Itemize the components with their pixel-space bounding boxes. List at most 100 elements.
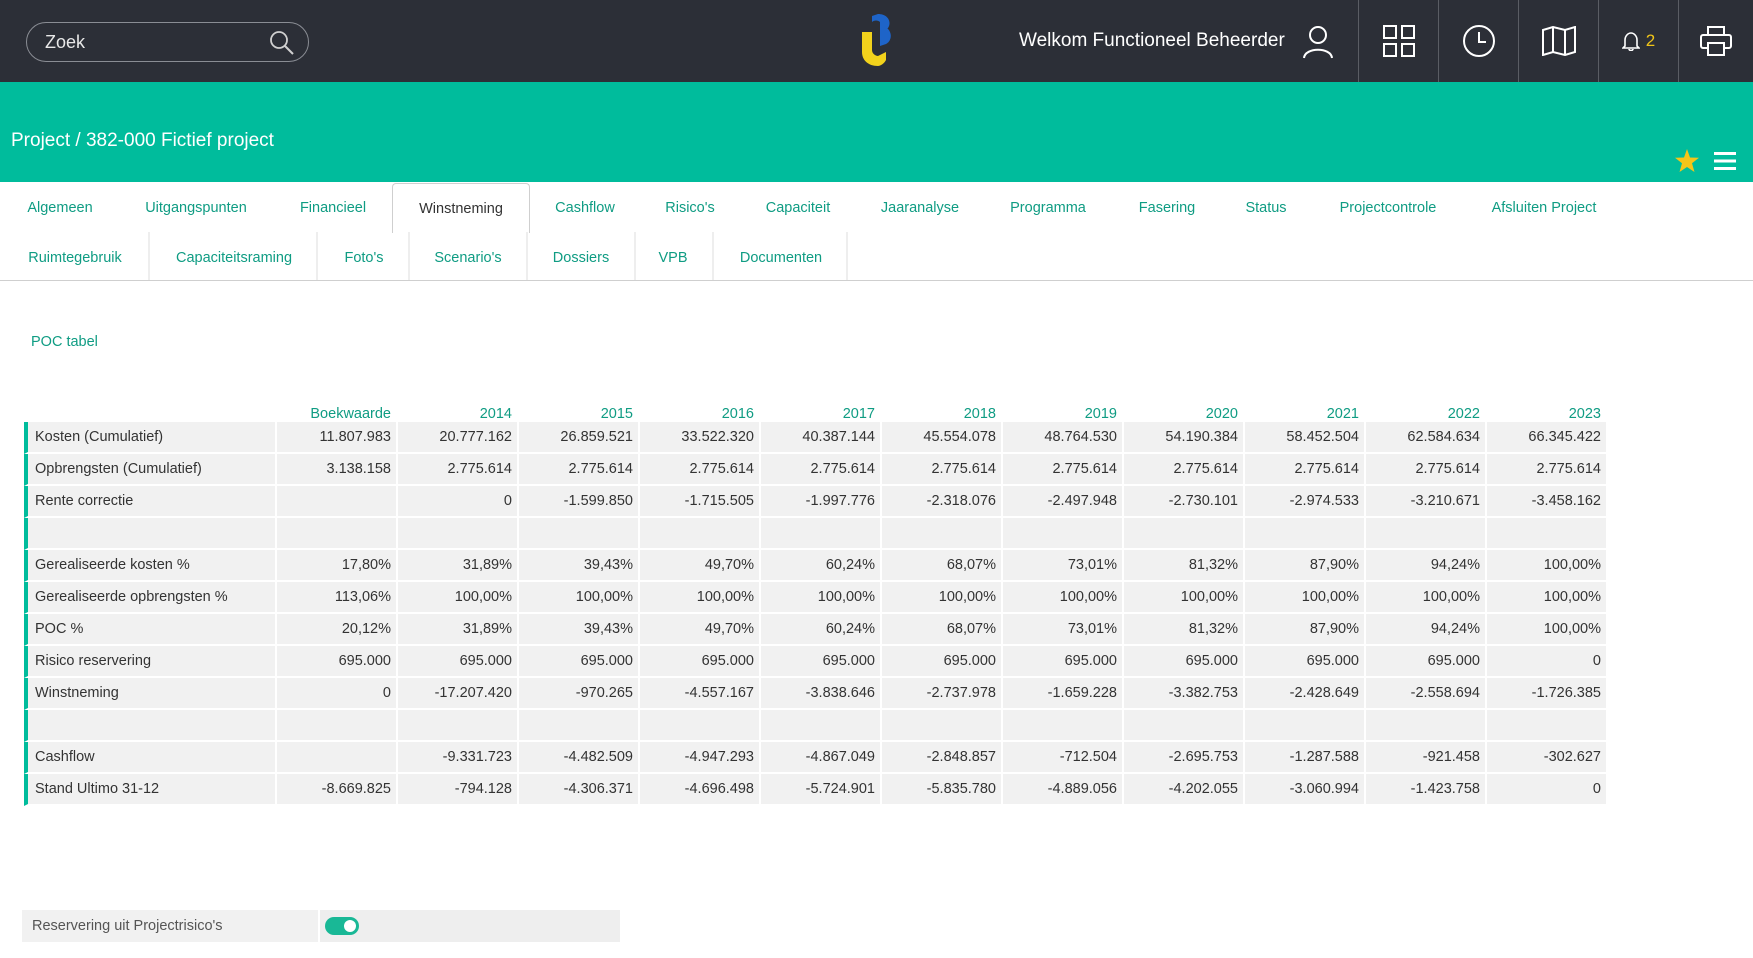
map-button[interactable] [1518, 0, 1598, 82]
star-icon[interactable] [1674, 148, 1700, 174]
table-cell: -4.696.498 [640, 774, 759, 806]
tab-jaaranalyse[interactable]: Jaaranalyse [868, 185, 972, 231]
print-button[interactable] [1678, 0, 1753, 82]
table-cell: -794.128 [398, 774, 517, 806]
table-cell: 695.000 [1124, 646, 1243, 678]
menu-icon[interactable] [1714, 151, 1736, 171]
tab-scenarios[interactable]: Scenario's [420, 235, 516, 281]
table-cell [882, 710, 1001, 742]
tab-dossiers[interactable]: Dossiers [536, 235, 626, 281]
table-cell: 100,00% [1487, 614, 1606, 646]
table-cell: 695.000 [1366, 646, 1485, 678]
table-cell: 100,00% [1487, 582, 1606, 614]
table-cell: 94,24% [1366, 614, 1485, 646]
table-row: Stand Ultimo 31-12 -8.669.825 -794.128 -4.3… [24, 774, 1606, 806]
table-row: Risico reservering 695.000 695.000 695.000 6… [24, 646, 1606, 678]
table-cell [519, 518, 638, 550]
table-cell: 695.000 [761, 646, 880, 678]
table-cell: 73,01% [1003, 614, 1122, 646]
column-header: 2014 [479, 406, 512, 422]
tab-documenten[interactable]: Documenten [722, 235, 840, 281]
table-cell [277, 742, 396, 774]
table-cell: 695.000 [882, 646, 1001, 678]
table-cell: -1.997.776 [761, 486, 880, 518]
tab-separator [316, 232, 318, 281]
table-cell: 62.584.634 [1366, 422, 1485, 454]
app-logo[interactable] [858, 12, 898, 68]
row-label: Cashflow [24, 742, 275, 774]
table-cell: -1.287.588 [1245, 742, 1364, 774]
clock-icon [1462, 25, 1495, 57]
table-cell: -2.974.533 [1245, 486, 1364, 518]
table-cell: -970.265 [519, 678, 638, 710]
user-icon[interactable] [1302, 25, 1334, 59]
apps-button[interactable] [1358, 0, 1438, 82]
table-cell [1124, 710, 1243, 742]
table-cell: 87,90% [1245, 550, 1364, 582]
row-label: Opbrengsten (Cumulatief) [24, 454, 275, 486]
section-title: POC tabel [31, 334, 98, 350]
tab-programma[interactable]: Programma [994, 185, 1102, 231]
tab-ruimtegebruik[interactable]: Ruimtegebruik [10, 235, 140, 281]
tab-separator [408, 232, 410, 281]
table-cell: -3.060.994 [1245, 774, 1364, 806]
table-cell: -2.730.101 [1124, 486, 1243, 518]
table-cell: 87,90% [1245, 614, 1364, 646]
printer-icon [1700, 26, 1732, 56]
column-header: Boekwaarde [310, 406, 391, 422]
table-cell: 100,00% [1003, 582, 1122, 614]
table-cell [640, 710, 759, 742]
table-cell [1003, 710, 1122, 742]
tab-afsluiten-project[interactable]: Afsluiten Project [1476, 185, 1612, 231]
table-cell: -4.947.293 [640, 742, 759, 774]
row-label: POC % [24, 614, 275, 646]
row-label: Risico reservering [24, 646, 275, 678]
table-cell: 100,00% [640, 582, 759, 614]
table-cell: 3.138.158 [277, 454, 396, 486]
tab-cashflow[interactable]: Cashflow [540, 185, 630, 231]
tab-uitgangspunten[interactable]: Uitgangspunten [128, 185, 264, 231]
table-cell: 31,89% [398, 550, 517, 582]
column-header: 2019 [1084, 406, 1117, 422]
table-cell: 0 [1487, 774, 1606, 806]
table-cell: 20.777.162 [398, 422, 517, 454]
table-row: Kosten (Cumulatief) 11.807.983 20.777.162 2… [24, 422, 1606, 454]
tab-capaciteit[interactable]: Capaciteit [750, 185, 846, 231]
reservation-toggle[interactable] [325, 917, 359, 935]
search-box[interactable] [26, 22, 309, 62]
welcome-text: Welkom Functioneel Beheerder [1019, 30, 1285, 51]
table-cell: 2.775.614 [1366, 454, 1485, 486]
notifications-button[interactable]: 2 [1598, 0, 1678, 82]
tab-risicos[interactable]: Risico's [646, 185, 734, 231]
table-cell: -3.382.753 [1124, 678, 1243, 710]
table-cell: 2.775.614 [519, 454, 638, 486]
table-cell: 695.000 [398, 646, 517, 678]
tab-fasering[interactable]: Fasering [1122, 185, 1212, 231]
table-spacer-row [24, 710, 1606, 742]
table-cell: -4.889.056 [1003, 774, 1122, 806]
bell-icon [1621, 32, 1640, 51]
table-cell: -3.210.671 [1366, 486, 1485, 518]
table-cell: 2.775.614 [1245, 454, 1364, 486]
table-row: POC % 20,12% 31,89% 39,43% 49,70% 60,24% 68,07… [24, 614, 1606, 646]
tab-algemeen[interactable]: Algemeen [10, 185, 110, 231]
tab-vpb[interactable]: VPB [644, 235, 702, 281]
tab-financieel[interactable]: Financieel [284, 185, 382, 231]
table-header-row: Boekwaarde 2014 2015 2016 2017 2018 2019… [24, 394, 1606, 422]
tab-fotos[interactable]: Foto's [326, 235, 402, 281]
tab-divider [0, 280, 1753, 281]
tab-projectcontrole[interactable]: Projectcontrole [1326, 185, 1450, 231]
table-cell [1124, 518, 1243, 550]
search-icon[interactable] [268, 29, 296, 57]
reservation-row: Reservering uit Projectrisico's [22, 910, 620, 942]
tab-status[interactable]: Status [1232, 185, 1300, 231]
table-row: Gerealiseerde opbrengsten % 113,06% 100,00… [24, 582, 1606, 614]
search-input[interactable] [27, 30, 267, 54]
table-cell: 0 [277, 678, 396, 710]
table-cell: 68,07% [882, 550, 1001, 582]
history-button[interactable] [1438, 0, 1518, 82]
tab-capaciteitsraming[interactable]: Capaciteitsraming [160, 235, 308, 281]
table-cell: -4.482.509 [519, 742, 638, 774]
tab-winstneming[interactable]: Winstneming [392, 183, 530, 233]
poc-table: Boekwaarde 2014 2015 2016 2017 2018 2019… [22, 394, 1608, 806]
